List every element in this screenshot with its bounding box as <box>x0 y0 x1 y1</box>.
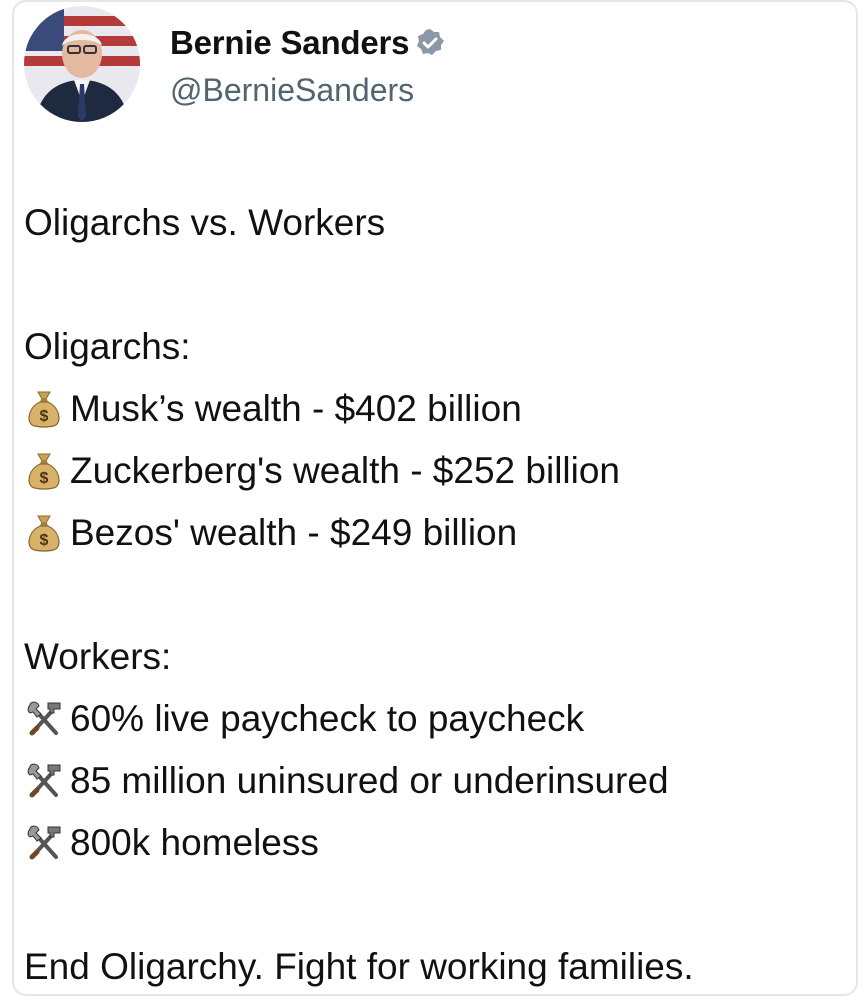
list-item-text: 800k homeless <box>70 822 319 863</box>
money-bag-icon <box>24 513 64 553</box>
post-title: Oligarchs vs. Workers <box>24 202 386 243</box>
avatar-photo-icon <box>24 6 140 122</box>
oligarchs-heading: Oligarchs: <box>24 326 191 367</box>
list-item: 800k homeless <box>24 812 850 874</box>
hammer-wrench-icon <box>24 699 64 739</box>
closing-line: End Oligarchy. Fight for working familie… <box>24 946 694 987</box>
list-item: Bezos' wealth - $249 billion <box>24 502 850 564</box>
list-item-text: Musk’s wealth - $402 billion <box>70 388 522 429</box>
post-header: Bernie Sanders @BernieSanders <box>24 6 844 124</box>
hammer-wrench-icon <box>24 823 64 863</box>
list-item-text: 85 million uninsured or underinsured <box>70 760 669 801</box>
author-name-row: Bernie Sanders <box>170 24 445 62</box>
money-bag-icon <box>24 389 64 429</box>
list-item-text: Bezos' wealth - $249 billion <box>70 512 518 553</box>
money-bag-icon <box>24 451 64 491</box>
author-handle[interactable]: @BernieSanders <box>170 72 414 109</box>
hammer-wrench-icon <box>24 761 64 801</box>
list-item: Zuckerberg's wealth - $252 billion <box>24 440 850 502</box>
author-name[interactable]: Bernie Sanders <box>170 24 410 62</box>
author-avatar[interactable] <box>24 6 140 122</box>
list-item-text: Zuckerberg's wealth - $252 billion <box>70 450 621 491</box>
list-item: Musk’s wealth - $402 billion <box>24 378 850 440</box>
post-card: Bernie Sanders @BernieSanders Oligarchs … <box>12 0 858 996</box>
list-item: 60% live paycheck to paycheck <box>24 688 850 750</box>
post-body: Oligarchs vs. Workers Oligarchs: Musk’s … <box>24 192 850 998</box>
list-item: 85 million uninsured or underinsured <box>24 750 850 812</box>
verified-badge-icon <box>417 29 445 55</box>
list-item-text: 60% live paycheck to paycheck <box>70 698 585 739</box>
workers-heading: Workers: <box>24 636 172 677</box>
